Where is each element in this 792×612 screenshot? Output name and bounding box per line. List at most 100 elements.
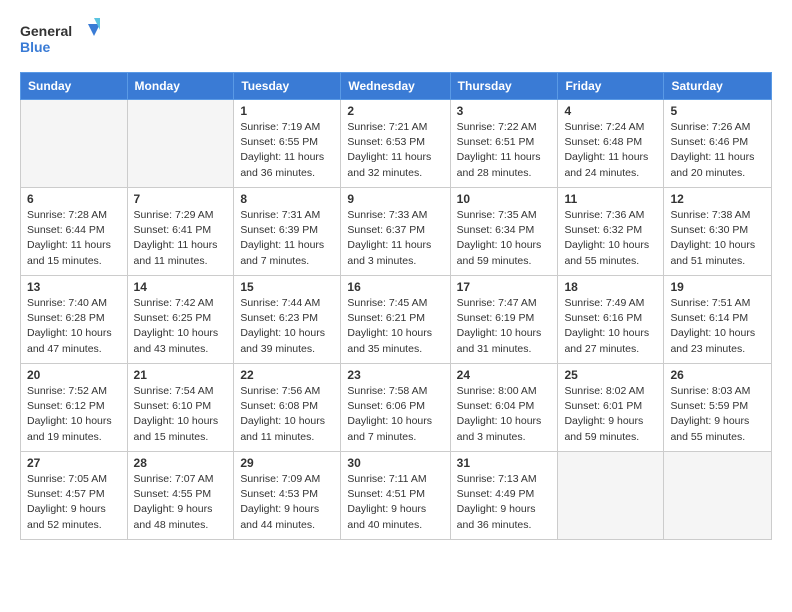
day-info: Sunrise: 7:36 AM Sunset: 6:32 PM Dayligh… (564, 208, 657, 269)
day-info: Sunrise: 7:07 AM Sunset: 4:55 PM Dayligh… (134, 472, 228, 533)
day-info: Sunrise: 7:38 AM Sunset: 6:30 PM Dayligh… (670, 208, 765, 269)
day-info: Sunrise: 7:52 AM Sunset: 6:12 PM Dayligh… (27, 384, 121, 445)
calendar-body: 1Sunrise: 7:19 AM Sunset: 6:55 PM Daylig… (21, 100, 772, 540)
calendar-cell: 19 Sunrise: 7:51 AM Sunset: 6:14 PM Dayli… (664, 276, 772, 364)
calendar-header: SundayMondayTuesdayWednesdayThursdayFrid… (21, 73, 772, 100)
calendar-cell: 10 Sunrise: 7:35 AM Sunset: 6:34 PM Dayli… (450, 188, 558, 276)
day-number: 30 (347, 456, 443, 470)
day-info: Sunrise: 7:29 AM Sunset: 6:41 PM Dayligh… (134, 208, 228, 269)
day-number: 25 (564, 368, 657, 382)
day-info: Sunrise: 7:47 AM Sunset: 6:19 PM Dayligh… (457, 296, 552, 357)
calendar-cell (21, 100, 128, 188)
week-row-2: 6 Sunrise: 7:28 AM Sunset: 6:44 PM Daylig… (21, 188, 772, 276)
calendar-cell: 28 Sunrise: 7:07 AM Sunset: 4:55 PM Dayli… (127, 452, 234, 540)
calendar-cell: 2 Sunrise: 7:21 AM Sunset: 6:53 PM Daylig… (341, 100, 450, 188)
calendar-cell: 8Sunrise: 7:31 AM Sunset: 6:39 PM Daylig… (234, 188, 341, 276)
header: General Blue (20, 18, 772, 62)
day-number: 26 (670, 368, 765, 382)
day-number: 21 (134, 368, 228, 382)
day-info: Sunrise: 8:02 AM Sunset: 6:01 PM Dayligh… (564, 384, 657, 445)
day-info: Sunrise: 7:28 AM Sunset: 6:44 PM Dayligh… (27, 208, 121, 269)
day-info: Sunrise: 7:13 AM Sunset: 4:49 PM Dayligh… (457, 472, 552, 533)
day-number: 12 (670, 192, 765, 206)
day-info: Sunrise: 7:24 AM Sunset: 6:48 PM Dayligh… (564, 120, 657, 181)
calendar-cell: 9 Sunrise: 7:33 AM Sunset: 6:37 PM Daylig… (341, 188, 450, 276)
logo: General Blue (20, 18, 100, 62)
weekday-header-monday: Monday (127, 73, 234, 100)
calendar-cell: 27 Sunrise: 7:05 AM Sunset: 4:57 PM Dayli… (21, 452, 128, 540)
day-number: 24 (457, 368, 552, 382)
day-number: 7 (134, 192, 228, 206)
calendar-cell: 17 Sunrise: 7:47 AM Sunset: 6:19 PM Dayli… (450, 276, 558, 364)
day-number: 16 (347, 280, 443, 294)
day-info: Sunrise: 7:56 AM Sunset: 6:08 PM Dayligh… (240, 384, 334, 445)
day-number: 2 (347, 104, 443, 118)
calendar-cell: 21 Sunrise: 7:54 AM Sunset: 6:10 PM Dayli… (127, 364, 234, 452)
day-number: 11 (564, 192, 657, 206)
svg-text:Blue: Blue (20, 39, 51, 55)
calendar-cell: 15 Sunrise: 7:44 AM Sunset: 6:23 PM Dayli… (234, 276, 341, 364)
day-info: Sunrise: 7:42 AM Sunset: 6:25 PM Dayligh… (134, 296, 228, 357)
day-number: 31 (457, 456, 552, 470)
week-row-4: 20 Sunrise: 7:52 AM Sunset: 6:12 PM Dayli… (21, 364, 772, 452)
day-info: Sunrise: 7:49 AM Sunset: 6:16 PM Dayligh… (564, 296, 657, 357)
calendar-cell (127, 100, 234, 188)
calendar-cell: 22Sunrise: 7:56 AM Sunset: 6:08 PM Dayli… (234, 364, 341, 452)
calendar-cell: 20 Sunrise: 7:52 AM Sunset: 6:12 PM Dayli… (21, 364, 128, 452)
weekday-header-saturday: Saturday (664, 73, 772, 100)
day-number: 13 (27, 280, 121, 294)
day-number: 19 (670, 280, 765, 294)
week-row-1: 1Sunrise: 7:19 AM Sunset: 6:55 PM Daylig… (21, 100, 772, 188)
day-info: Sunrise: 7:21 AM Sunset: 6:53 PM Dayligh… (347, 120, 443, 181)
day-info: Sunrise: 7:44 AM Sunset: 6:23 PM Dayligh… (240, 296, 334, 357)
calendar-cell: 30 Sunrise: 7:11 AM Sunset: 4:51 PM Dayli… (341, 452, 450, 540)
day-number: 5 (670, 104, 765, 118)
day-number: 15 (240, 280, 334, 294)
calendar-cell: 18 Sunrise: 7:49 AM Sunset: 6:16 PM Dayli… (558, 276, 664, 364)
day-info: Sunrise: 7:51 AM Sunset: 6:14 PM Dayligh… (670, 296, 765, 357)
weekday-header-tuesday: Tuesday (234, 73, 341, 100)
calendar-cell: 14Sunrise: 7:42 AM Sunset: 6:25 PM Dayli… (127, 276, 234, 364)
day-number: 10 (457, 192, 552, 206)
day-info: Sunrise: 7:19 AM Sunset: 6:55 PM Dayligh… (240, 120, 334, 181)
day-number: 17 (457, 280, 552, 294)
page: General Blue SundayMondayTuesdayWednesda… (0, 0, 792, 612)
day-info: Sunrise: 7:22 AM Sunset: 6:51 PM Dayligh… (457, 120, 552, 181)
calendar-cell: 3Sunrise: 7:22 AM Sunset: 6:51 PM Daylig… (450, 100, 558, 188)
day-number: 27 (27, 456, 121, 470)
logo-icon: General Blue (20, 18, 100, 62)
day-number: 6 (27, 192, 121, 206)
calendar-cell: 12 Sunrise: 7:38 AM Sunset: 6:30 PM Dayli… (664, 188, 772, 276)
calendar-cell: 26 Sunrise: 8:03 AM Sunset: 5:59 PM Dayli… (664, 364, 772, 452)
calendar-cell: 6 Sunrise: 7:28 AM Sunset: 6:44 PM Daylig… (21, 188, 128, 276)
calendar-table: SundayMondayTuesdayWednesdayThursdayFrid… (20, 72, 772, 540)
day-info: Sunrise: 7:33 AM Sunset: 6:37 PM Dayligh… (347, 208, 443, 269)
day-number: 4 (564, 104, 657, 118)
calendar-cell: 24Sunrise: 8:00 AM Sunset: 6:04 PM Dayli… (450, 364, 558, 452)
day-info: Sunrise: 7:54 AM Sunset: 6:10 PM Dayligh… (134, 384, 228, 445)
calendar-cell: 25 Sunrise: 8:02 AM Sunset: 6:01 PM Dayli… (558, 364, 664, 452)
calendar-cell: 7 Sunrise: 7:29 AM Sunset: 6:41 PM Daylig… (127, 188, 234, 276)
calendar-cell: 1Sunrise: 7:19 AM Sunset: 6:55 PM Daylig… (234, 100, 341, 188)
day-number: 20 (27, 368, 121, 382)
weekday-header-friday: Friday (558, 73, 664, 100)
weekday-header-sunday: Sunday (21, 73, 128, 100)
weekday-header-row: SundayMondayTuesdayWednesdayThursdayFrid… (21, 73, 772, 100)
weekday-header-wednesday: Wednesday (341, 73, 450, 100)
calendar-cell: 11 Sunrise: 7:36 AM Sunset: 6:32 PM Dayli… (558, 188, 664, 276)
day-info: Sunrise: 7:35 AM Sunset: 6:34 PM Dayligh… (457, 208, 552, 269)
svg-text:General: General (20, 23, 72, 39)
calendar-cell (664, 452, 772, 540)
day-info: Sunrise: 7:09 AM Sunset: 4:53 PM Dayligh… (240, 472, 334, 533)
day-info: Sunrise: 7:26 AM Sunset: 6:46 PM Dayligh… (670, 120, 765, 181)
day-number: 18 (564, 280, 657, 294)
day-info: Sunrise: 8:03 AM Sunset: 5:59 PM Dayligh… (670, 384, 765, 445)
day-number: 29 (240, 456, 334, 470)
weekday-header-thursday: Thursday (450, 73, 558, 100)
day-info: Sunrise: 7:40 AM Sunset: 6:28 PM Dayligh… (27, 296, 121, 357)
day-number: 9 (347, 192, 443, 206)
day-info: Sunrise: 7:05 AM Sunset: 4:57 PM Dayligh… (27, 472, 121, 533)
day-info: Sunrise: 7:11 AM Sunset: 4:51 PM Dayligh… (347, 472, 443, 533)
day-info: Sunrise: 7:45 AM Sunset: 6:21 PM Dayligh… (347, 296, 443, 357)
day-number: 28 (134, 456, 228, 470)
